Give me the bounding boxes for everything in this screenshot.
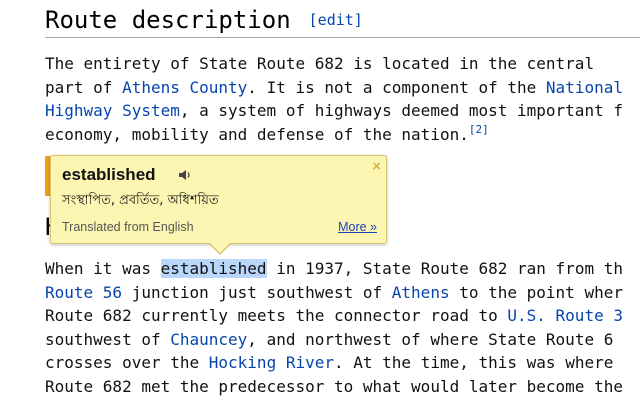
text-segment: . It is not a component of the (247, 77, 546, 97)
section-heading: Route description [edit] (45, 4, 363, 36)
section-title: Route description (45, 6, 291, 34)
athens-link[interactable]: Athens (392, 283, 450, 302)
popup-pointer-fill (209, 242, 231, 253)
more-link[interactable]: More » (338, 220, 377, 234)
popup-translation: সংস্থাপিত, প্রবর্তিত, অধিশয়িত (62, 193, 219, 208)
text-segment: . At the time, this was where (334, 353, 614, 372)
text-line: Route 682 met the predecessor to what wo… (45, 376, 623, 396)
text-segment: to the point wher (449, 282, 623, 302)
text-segment: , a system of highways deemed most impor… (179, 101, 623, 120)
dictionary-popup: established সংস্থাপিত, প্রবর্তিত, অধিশয়… (50, 155, 387, 244)
popup-source-language: Translated from English (62, 220, 194, 234)
text-segment: junction just southwest of (122, 282, 392, 302)
text-segment: in 1937, State Route 682 ran from th (266, 259, 623, 278)
close-icon[interactable]: × (372, 158, 381, 175)
text-segment: Route 682 currently meets the connector … (45, 306, 508, 325)
text-segment: part of (45, 77, 123, 97)
reference-link[interactable]: [2] (469, 123, 489, 136)
text-segment: , and northwest of where State Route 6 (247, 329, 614, 349)
selected-word[interactable]: established (160, 259, 267, 278)
route-paragraph-2: When it was established in 1937, State R… (45, 257, 640, 398)
route-paragraph-1: The entirety of State Route 682 is locat… (45, 52, 640, 146)
text-segment: When it was (45, 259, 161, 278)
speaker-icon[interactable] (178, 168, 192, 182)
route-56-link[interactable]: Route 56 (45, 283, 122, 302)
popup-word: established (62, 165, 156, 184)
chauncey-link[interactable]: Chauncey (170, 330, 247, 349)
text-line: The entirety of State Route 682 is locat… (45, 54, 595, 73)
hocking-river-link[interactable]: Hocking River (209, 353, 334, 372)
athens-county-link[interactable]: Athens County (122, 78, 247, 97)
heading-rule (45, 37, 640, 38)
text-segment: crosses over the (45, 353, 209, 372)
national-highway-link[interactable]: National (546, 78, 623, 97)
text-segment: southwest of (45, 329, 171, 349)
text-line: economy, mobility and defense of the nat… (45, 124, 469, 144)
us-route-link[interactable]: U.S. Route 3 (507, 306, 623, 325)
highway-system-link[interactable]: Highway System (45, 101, 180, 120)
edit-link[interactable]: [edit] (309, 11, 363, 29)
